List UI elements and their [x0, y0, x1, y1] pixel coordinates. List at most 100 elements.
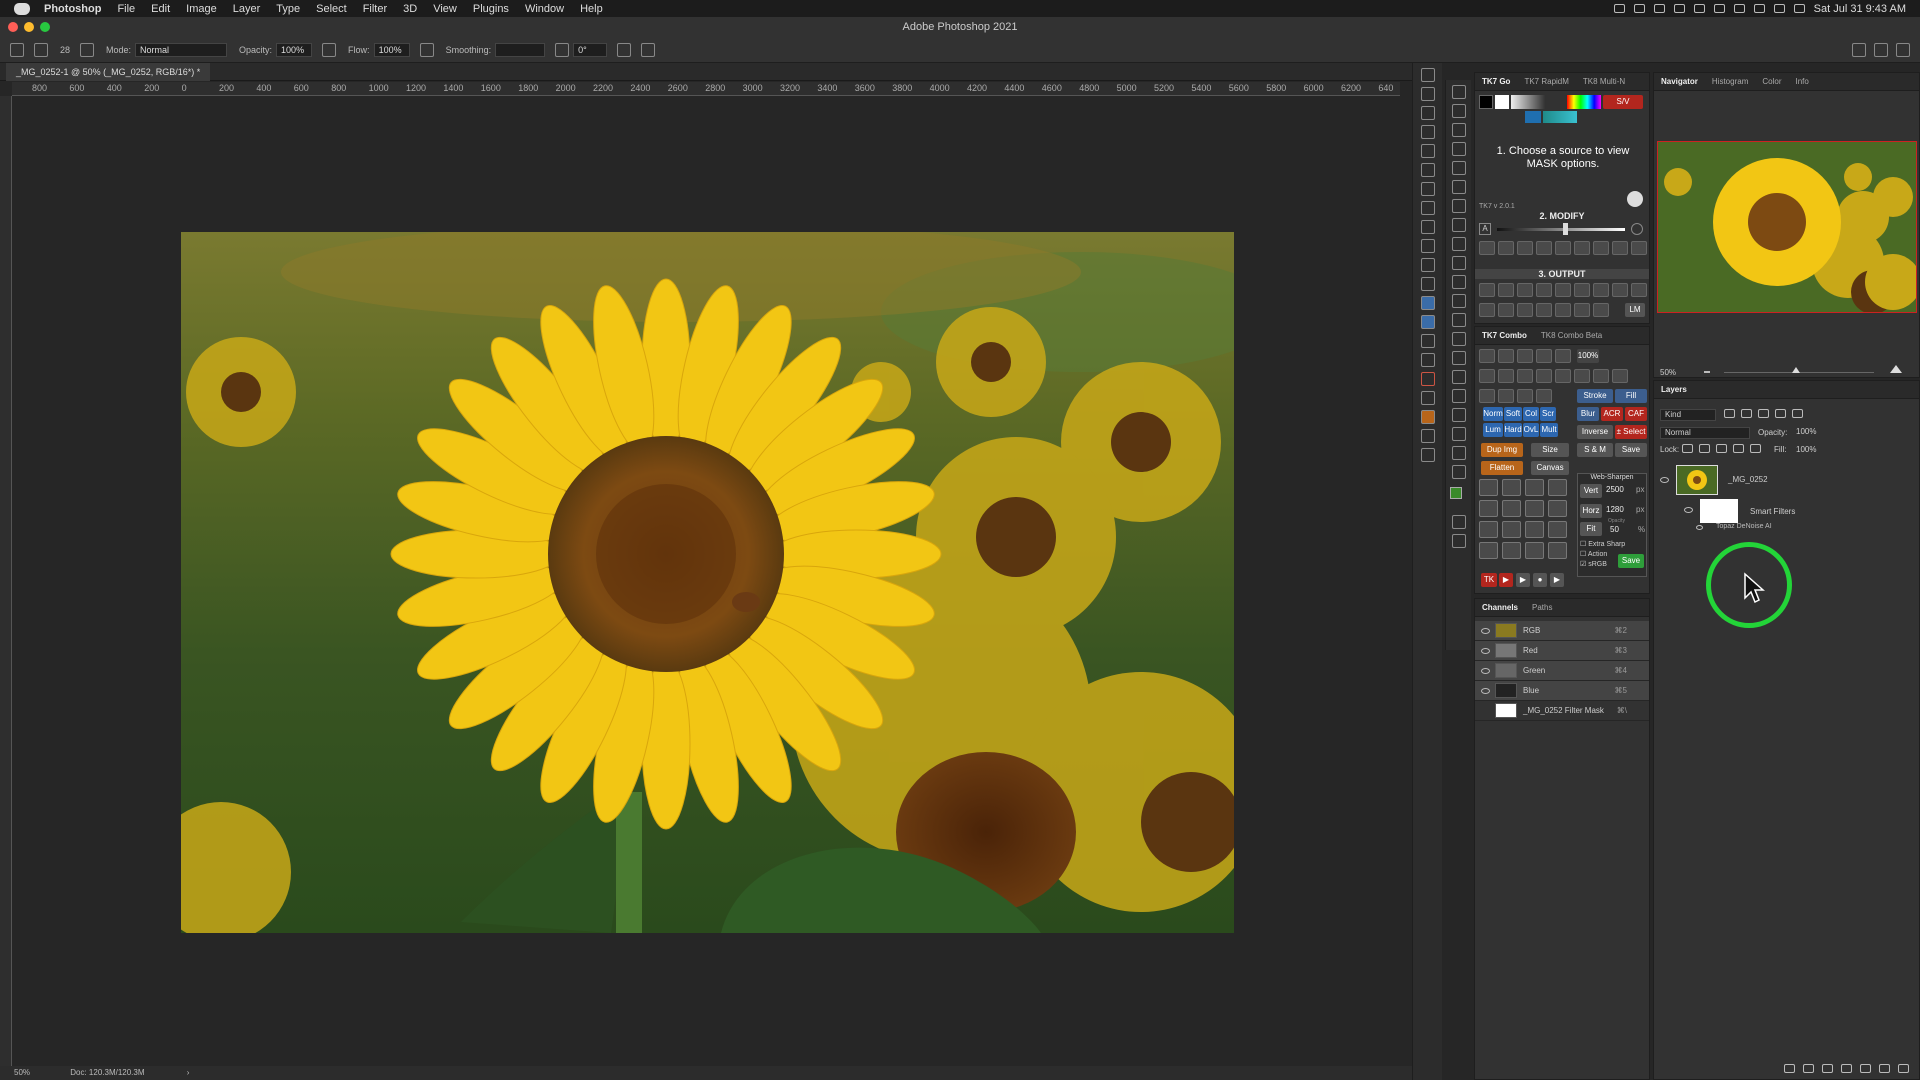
navigator-zoom[interactable]: 50%	[1660, 368, 1676, 377]
glyphs-icon[interactable]	[1420, 239, 1435, 253]
symmetry-icon[interactable]	[641, 42, 656, 57]
caf-button[interactable]: CAF	[1625, 407, 1647, 421]
workspace-icon[interactable]	[1874, 43, 1888, 57]
tk-tool-button[interactable]	[1498, 369, 1514, 383]
mode-select[interactable]: Normal	[135, 42, 228, 57]
gradient-swatch-button[interactable]	[1511, 95, 1545, 109]
tk-combo-icon-button[interactable]	[1502, 521, 1521, 538]
brush-white-button[interactable]	[1479, 241, 1495, 255]
acr-button[interactable]: ACR	[1601, 407, 1623, 421]
menu-app-photoshop[interactable]: Photoshop	[44, 3, 101, 15]
extra-sharp-checkbox[interactable]: ☐ Extra Sharp	[1580, 540, 1625, 548]
tk-play-button[interactable]: ▶	[1499, 573, 1513, 587]
tk-tool-button[interactable]	[1574, 303, 1590, 317]
foreground-color[interactable]	[1450, 487, 1462, 499]
plus-button[interactable]	[1574, 241, 1590, 255]
shape-filter-icon[interactable]	[1775, 409, 1786, 418]
blend-norm-button[interactable]: Norm	[1483, 407, 1503, 421]
adjustment-layer-icon[interactable]	[1841, 1064, 1852, 1073]
eye-icon[interactable]	[1481, 668, 1490, 674]
tk-plugin-icon[interactable]	[1420, 296, 1435, 310]
reset-icon[interactable]	[1631, 223, 1643, 235]
blend-col-button[interactable]: Col	[1523, 407, 1539, 421]
z-plugin-icon[interactable]	[1420, 315, 1435, 329]
forward-button[interactable]: ▶	[1550, 573, 1564, 587]
tk-combo-icon-button[interactable]	[1502, 542, 1521, 559]
web-save-button[interactable]: Save	[1618, 554, 1644, 568]
plugin-icon[interactable]	[1420, 258, 1435, 272]
tk-combo-icon-button[interactable]	[1479, 500, 1498, 517]
x-button[interactable]	[1612, 241, 1628, 255]
tab-navigator[interactable]: Navigator	[1654, 77, 1705, 86]
tk-logo-icon[interactable]	[1627, 191, 1643, 207]
smart-filter-mask-thumbnail[interactable]	[1700, 499, 1738, 523]
fx-icon[interactable]	[1803, 1064, 1814, 1073]
robot-icon[interactable]	[1420, 448, 1435, 462]
fill-button[interactable]: Fill	[1615, 389, 1647, 403]
home-icon[interactable]	[10, 42, 24, 57]
opacity-mini-value[interactable]: 50	[1610, 525, 1619, 534]
tk-tool-button[interactable]	[1612, 283, 1628, 297]
menu-window[interactable]: Window	[525, 3, 564, 15]
tk-tool-button[interactable]	[1555, 283, 1571, 297]
marquee-tool-icon[interactable]	[1451, 104, 1466, 118]
tk-combo-icon-button[interactable]	[1525, 542, 1544, 559]
tk-tool-button[interactable]	[1574, 283, 1590, 297]
new-layer-icon[interactable]	[1879, 1064, 1890, 1073]
tk-tool-button[interactable]	[1479, 283, 1495, 297]
channel-row-red[interactable]: Red ⌘3	[1475, 641, 1649, 661]
clone-source-icon[interactable]	[1420, 182, 1435, 196]
vert-value[interactable]: 2500	[1606, 485, 1624, 494]
shape-icon[interactable]	[1451, 408, 1466, 422]
blend-ovl-button[interactable]: OvL	[1523, 423, 1539, 437]
eye-icon[interactable]	[1481, 688, 1490, 694]
nbp-icon[interactable]	[1420, 391, 1435, 405]
tk-tool-button[interactable]	[1517, 283, 1533, 297]
properties-icon[interactable]	[1420, 68, 1435, 82]
tab-channels[interactable]: Channels	[1475, 603, 1525, 612]
save-button[interactable]: Save	[1615, 443, 1647, 457]
volume-icon[interactable]	[1693, 4, 1705, 13]
move-tool-icon[interactable]	[1451, 85, 1466, 99]
play-button[interactable]: ▶	[1516, 573, 1530, 587]
color-swatches[interactable]	[1446, 484, 1471, 510]
eyedropper-icon[interactable]	[1451, 180, 1466, 194]
screen-record-icon[interactable]	[1613, 4, 1625, 13]
pressure-size-icon[interactable]	[617, 42, 632, 57]
menu-file[interactable]: File	[117, 3, 135, 15]
tk-logo-icon[interactable]	[1420, 429, 1435, 443]
green-brush-icon[interactable]	[1517, 389, 1533, 403]
menu-help[interactable]: Help	[580, 3, 603, 15]
tk-combo-icon-button[interactable]	[1548, 521, 1567, 538]
tk-combo-icon-button[interactable]	[1548, 479, 1567, 496]
tk-tool-button[interactable]	[1593, 303, 1609, 317]
layer-row[interactable]: _MG_0252 Smart Filters Topaz DeNoise AI	[1654, 463, 1919, 533]
tab-tk8-combo-beta[interactable]: TK8 Combo Beta	[1534, 331, 1609, 340]
doc-size[interactable]: Doc: 120.3M/120.3M	[70, 1068, 144, 1077]
brush-icon[interactable]	[1451, 218, 1466, 232]
layer-opacity-field[interactable]: 100%	[1796, 427, 1832, 439]
tk-tool-button[interactable]	[1498, 303, 1514, 317]
share-icon[interactable]	[1896, 43, 1910, 57]
circle-icon[interactable]	[1420, 353, 1435, 367]
tk-combo-icon-button[interactable]	[1525, 479, 1544, 496]
tk-tool-button[interactable]	[1593, 369, 1609, 383]
tk-tool-button[interactable]	[1631, 283, 1647, 297]
document-tab[interactable]: _MG_0252-1 @ 50% (_MG_0252, RGB/16*) *	[6, 63, 211, 81]
canvas-button[interactable]: Canvas	[1531, 461, 1569, 475]
blend-soft-button[interactable]: Soft	[1504, 407, 1522, 421]
tk-combo-icon-button[interactable]	[1525, 500, 1544, 517]
tk-tool-button[interactable]	[1479, 369, 1495, 383]
tk-combo-icon-button[interactable]	[1479, 479, 1498, 496]
brush-black-button[interactable]	[1536, 241, 1552, 255]
lock-artboard-icon[interactable]	[1733, 444, 1744, 453]
blur-button[interactable]: Blur	[1577, 407, 1599, 421]
actions-icon[interactable]	[1420, 106, 1435, 120]
tk-tool-button[interactable]	[1498, 283, 1514, 297]
tk-tool-button[interactable]	[1536, 283, 1552, 297]
menubar-datetime[interactable]: Sat Jul 31 9:43 AM	[1814, 3, 1906, 15]
lock-pixels-icon[interactable]	[1682, 444, 1693, 453]
dodge-icon[interactable]	[1420, 372, 1435, 386]
brush-icon[interactable]	[1498, 389, 1514, 403]
layer-kind-filter[interactable]: Kind	[1660, 409, 1716, 421]
